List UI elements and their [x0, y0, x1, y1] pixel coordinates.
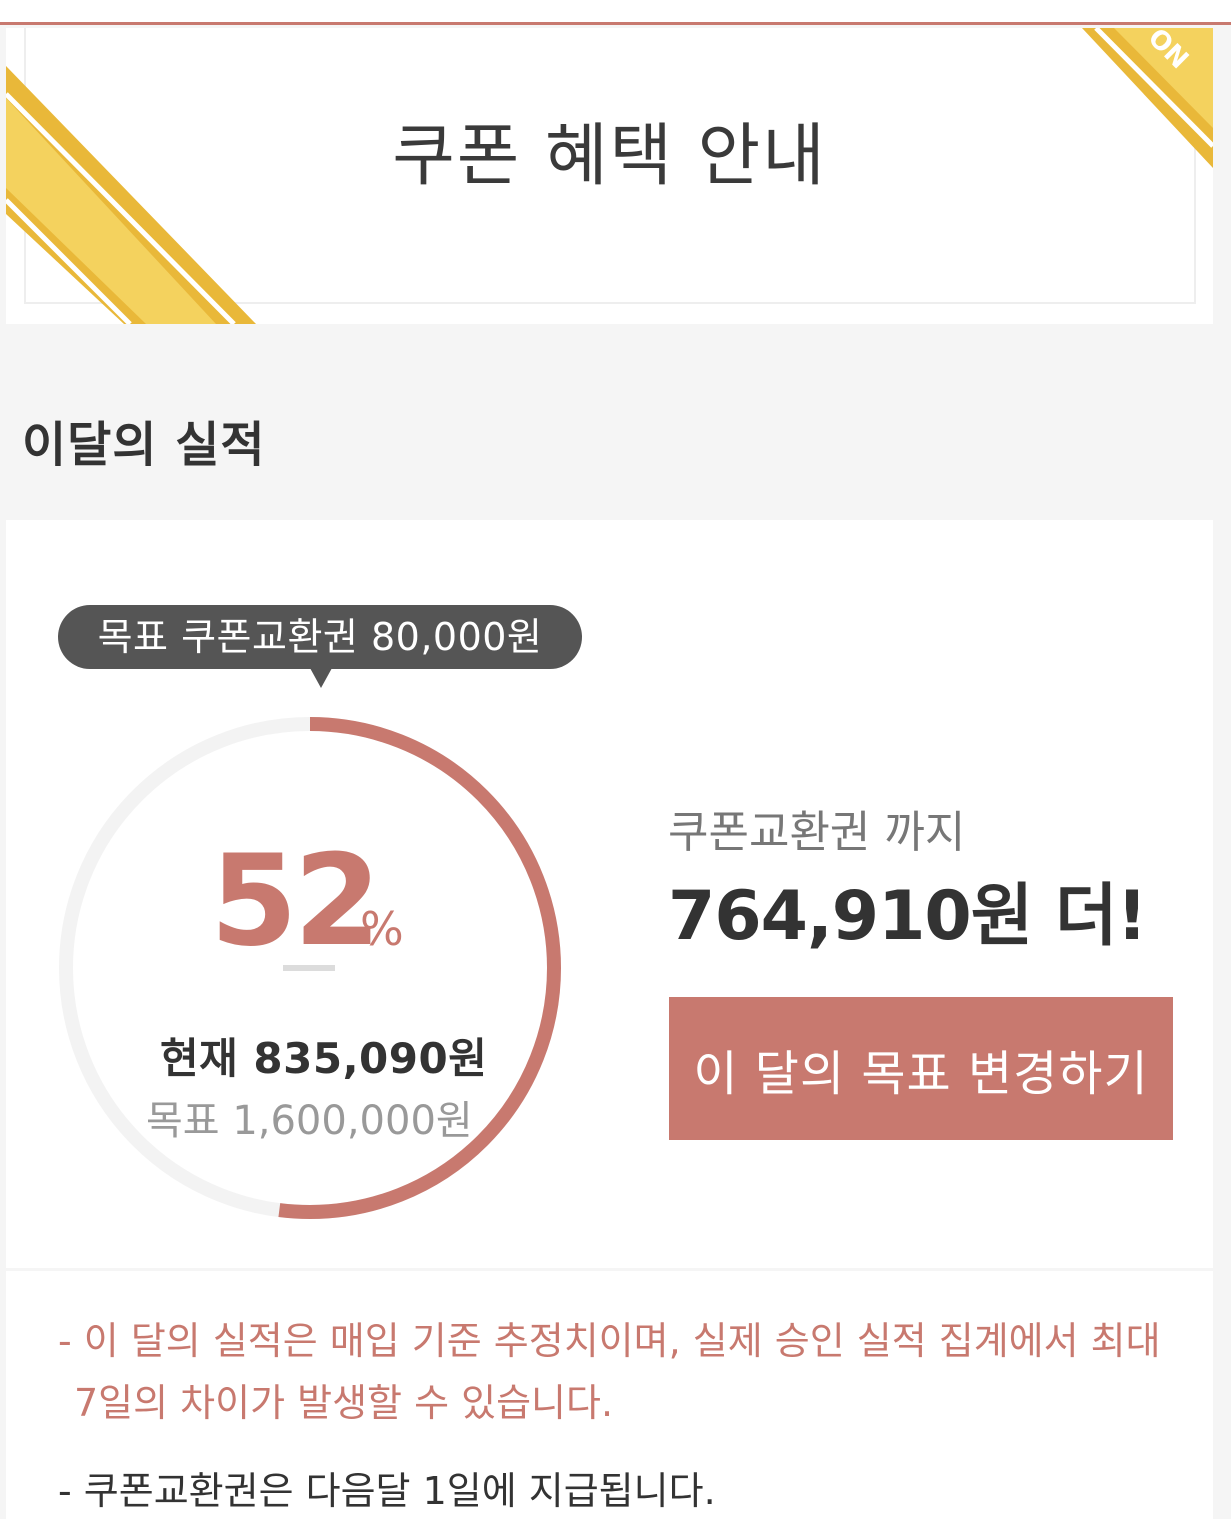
- note-estimate-line2: 7일의 차이가 발생할 수 있습니다.: [74, 1381, 614, 1425]
- note-estimate-line1: - 이 달의 실적은 매입 기준 추정치이며, 실제 승인 실적 집계에서 최대: [58, 1319, 1161, 1363]
- section-title: 이달의 실적: [22, 417, 266, 473]
- note-payment: - 쿠폰교환권은 다음달 1일에 지급됩니다.: [58, 1469, 716, 1513]
- progress-percent: 52: [210, 827, 381, 974]
- change-goal-button[interactable]: 이 달의 목표 변경하기: [669, 997, 1173, 1140]
- remaining-amount: 764,910원 더!: [668, 877, 1148, 956]
- percent-underline: [283, 965, 335, 971]
- goal-tooltip: 목표 쿠폰교환권 80,000원: [58, 605, 582, 669]
- percent-sign: %: [360, 902, 404, 956]
- current-amount: 현재 835,090원: [160, 1034, 488, 1083]
- goal-amount: 목표 1,600,000원: [146, 1098, 473, 1144]
- tooltip-pointer: [310, 668, 332, 688]
- page-title: 쿠폰 혜택 안내: [392, 117, 827, 196]
- note-estimate: - 이 달의 실적은 매입 기준 추정치이며, 실제 승인 실적 집계에서 최대…: [58, 1310, 1178, 1434]
- until-label: 쿠폰교환권 까지: [668, 807, 966, 858]
- coupon-banner: ON 쿠폰 혜택 안내: [6, 28, 1213, 324]
- top-divider: [0, 0, 1231, 25]
